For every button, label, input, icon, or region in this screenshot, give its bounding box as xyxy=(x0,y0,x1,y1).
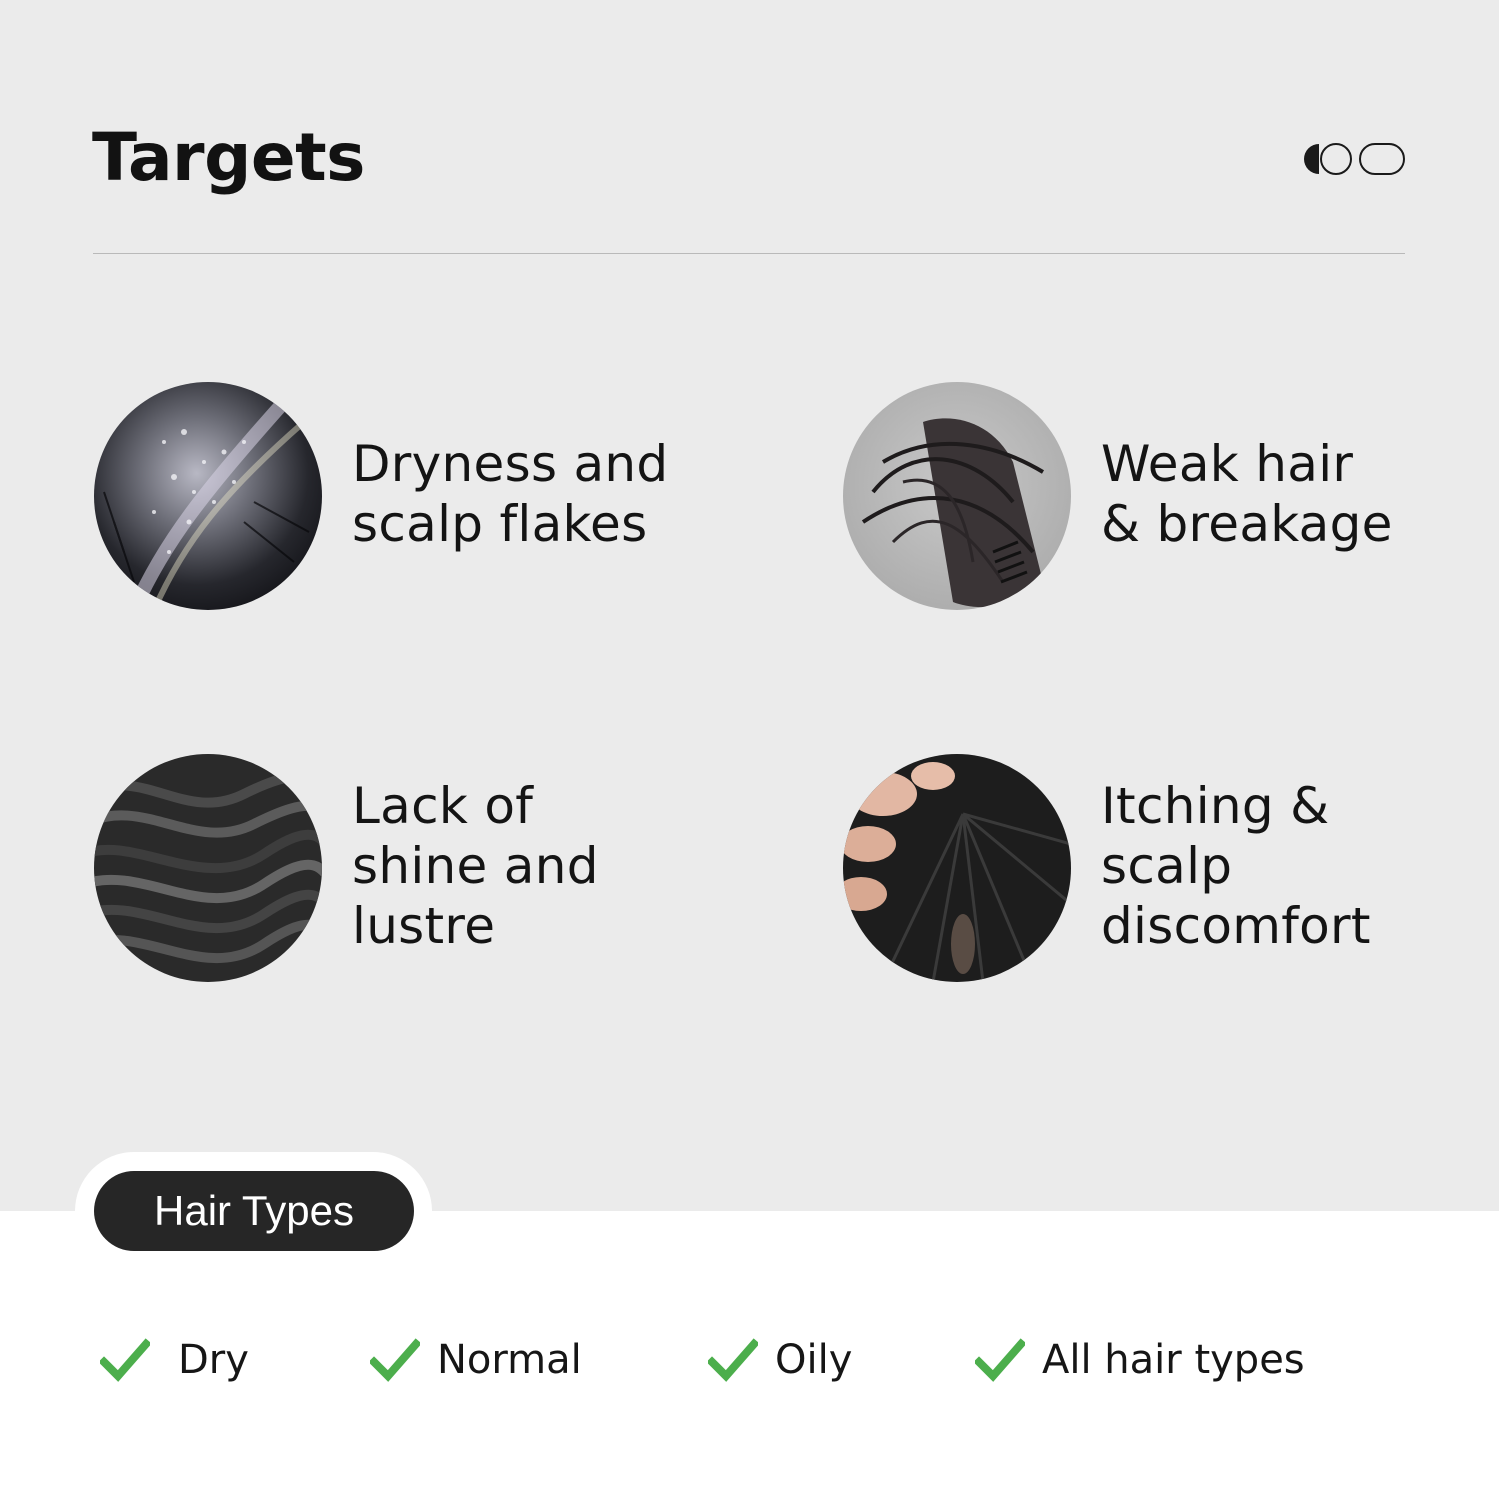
check-icon xyxy=(100,1338,150,1382)
target-label: Weak hair & breakage xyxy=(1101,435,1393,553)
dark-wavy-hair-photo xyxy=(94,754,322,982)
check-icon xyxy=(370,1338,420,1382)
fingers-scratching-scalp-photo xyxy=(843,754,1071,982)
target-label: Itching & scalp discomfort xyxy=(1101,777,1371,955)
check-icon xyxy=(975,1338,1025,1382)
check-icon xyxy=(708,1338,758,1382)
dry-flaky-scalp-photo xyxy=(94,382,322,610)
brand-logo-icon xyxy=(1304,143,1405,175)
hair-in-comb-photo xyxy=(843,382,1071,610)
divider xyxy=(93,253,1405,254)
hair-types-badge: Hair Types xyxy=(94,1171,414,1251)
target-label: Dryness and scalp flakes xyxy=(352,435,669,553)
page-title: Targets xyxy=(92,119,365,196)
target-label: Lack of shine and lustre xyxy=(352,777,599,955)
